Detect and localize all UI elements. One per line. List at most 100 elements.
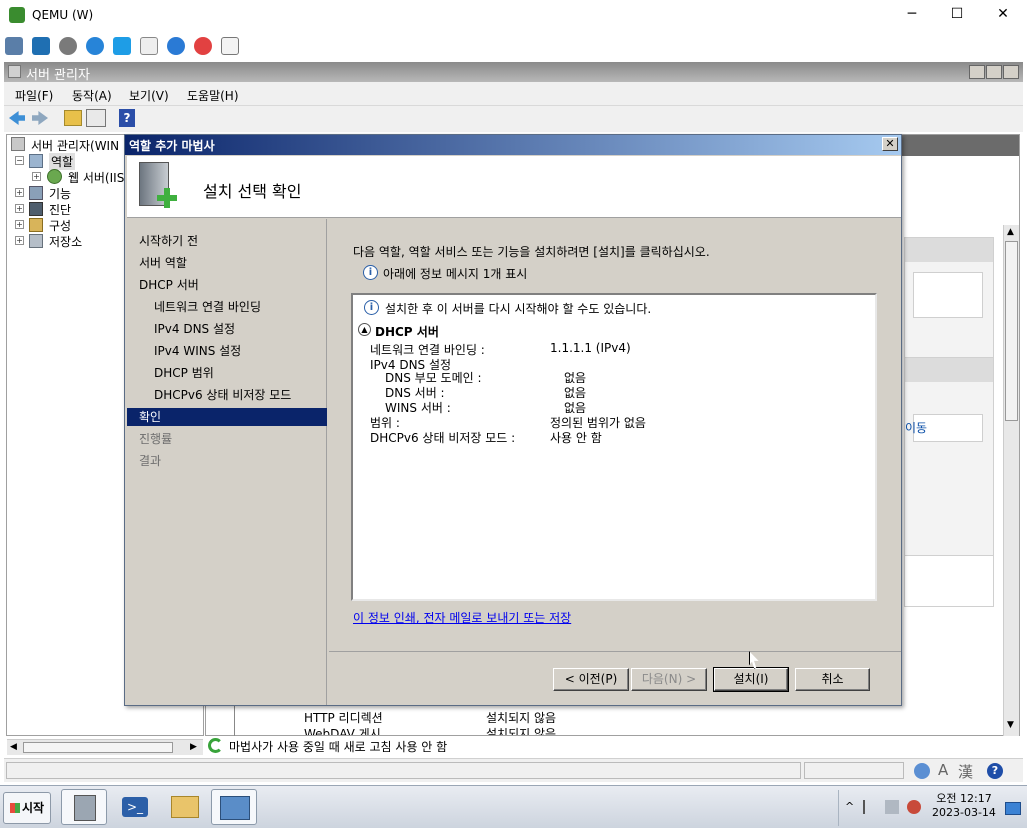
nav-step-server-roles[interactable]: 서버 역할 xyxy=(139,254,187,271)
collapse-icon[interactable]: − xyxy=(15,156,24,165)
status-panel-secondary xyxy=(804,762,904,779)
nav-step-dhcpv6-mode[interactable]: DHCPv6 상태 비저장 모드 xyxy=(154,386,291,403)
tree-scroll-thumb[interactable] xyxy=(23,742,173,753)
refresh-disabled-icon xyxy=(208,738,223,753)
info-icon: i xyxy=(364,300,379,315)
taskbar-server-manager[interactable] xyxy=(61,789,107,825)
menu-action[interactable]: 동작(A) xyxy=(72,87,112,104)
action-center-flag-icon[interactable] xyxy=(863,800,877,814)
side-panel-2 xyxy=(904,357,994,557)
wizard-footer: < 이전(P) 다음(N) > 설치(I) 취소 xyxy=(329,651,901,705)
show-desktop-icon[interactable] xyxy=(1005,802,1021,815)
wizard-close-button[interactable]: ✕ xyxy=(882,137,898,151)
tree-item-roles[interactable]: 역할 xyxy=(49,153,76,170)
taskbar-explorer[interactable] xyxy=(162,789,208,825)
expand-icon[interactable]: + xyxy=(15,236,24,245)
scroll-down-icon[interactable]: ▼ xyxy=(1007,720,1014,730)
collapse-section-icon[interactable]: ▲ xyxy=(358,323,371,336)
windows-logo-icon[interactable] xyxy=(113,37,131,55)
settings-gear-icon[interactable] xyxy=(59,37,77,55)
sm-minimize-button[interactable] xyxy=(969,65,985,79)
content-vertical-scrollbar[interactable]: ▲ ▼ xyxy=(1003,225,1019,737)
nav-step-dhcp-server[interactable]: DHCP 서버 xyxy=(139,276,199,293)
server-manager-title: 서버 관리자 xyxy=(26,68,90,83)
side-link[interactable]: 이동 xyxy=(905,419,927,436)
scroll-left-icon[interactable]: ◀ xyxy=(10,742,17,752)
tree-item-configuration[interactable]: 구성 xyxy=(49,217,71,234)
menu-view[interactable]: 보기(V) xyxy=(129,87,169,104)
expand-icon[interactable]: + xyxy=(15,220,24,229)
server-manager-titlebar: 서버 관리자 xyxy=(4,62,1023,83)
taskbar-clock[interactable]: 오전 12:17 2023-03-14 xyxy=(932,792,996,820)
tree-item-web-server[interactable]: 웹 서버(IIS xyxy=(68,169,124,186)
status-panel-main xyxy=(6,762,801,779)
features-icon xyxy=(29,186,43,200)
section-heading-dhcp: DHCP 서버 xyxy=(375,325,439,339)
up-folder-icon[interactable] xyxy=(64,110,82,126)
scroll-right-icon[interactable]: ▶ xyxy=(190,742,197,752)
menu-help[interactable]: 도움말(H) xyxy=(187,87,239,104)
install-button[interactable]: 설치(I) xyxy=(713,667,789,692)
ime-mode-icon[interactable]: A xyxy=(938,761,948,779)
hanja-icon[interactable]: 漢 xyxy=(958,761,973,782)
scroll-up-icon[interactable]: ▲ xyxy=(1007,227,1014,237)
help-icon[interactable]: ? xyxy=(119,109,135,127)
download-icon[interactable] xyxy=(221,37,239,55)
show-hidden-icons[interactable]: ^ xyxy=(845,800,854,813)
taskbar: 시작 >_ ^ 오전 12:17 2023-03-14 xyxy=(0,785,1027,828)
close-button[interactable]: ✕ xyxy=(988,6,1018,22)
menu-file[interactable]: 파일(F) xyxy=(15,87,53,104)
expand-icon[interactable]: + xyxy=(32,172,41,181)
start-button[interactable]: 시작 xyxy=(3,792,51,824)
document-icon[interactable] xyxy=(140,37,158,55)
print-email-save-link[interactable]: 이 정보 인쇄, 전자 메일로 보내기 또는 저장 xyxy=(353,609,571,626)
nav-step-before-you-begin[interactable]: 시작하기 전 xyxy=(139,232,198,249)
nav-step-ipv4-wins[interactable]: IPv4 WINS 설정 xyxy=(154,342,241,359)
nav-step-confirmation[interactable]: 확인 xyxy=(139,408,161,425)
nav-step-network-binding[interactable]: 네트워크 연결 바인딩 xyxy=(154,298,261,315)
network-tray-icon[interactable] xyxy=(885,800,899,814)
start-label: 시작 xyxy=(21,801,45,815)
tree-item-storage[interactable]: 저장소 xyxy=(49,233,82,250)
content-scroll-thumb[interactable] xyxy=(1005,241,1018,421)
qemu-window-title: QEMU (W) xyxy=(32,8,94,22)
refresh-icon[interactable] xyxy=(86,37,104,55)
info-icon[interactable] xyxy=(167,37,185,55)
volume-muted-icon[interactable] xyxy=(907,800,921,814)
tree-horizontal-scrollbar[interactable]: ◀ ▶ xyxy=(7,739,203,755)
minimize-button[interactable]: ─ xyxy=(897,6,927,22)
wizard-step-nav: 시작하기 전 서버 역할 DHCP 서버 네트워크 연결 바인딩 IPv4 DN… xyxy=(127,219,327,705)
taskbar-wizard[interactable] xyxy=(211,789,257,825)
taskbar-powershell[interactable]: >_ xyxy=(112,789,158,825)
clock-date: 2023-03-14 xyxy=(932,806,996,819)
detail-value: 사용 안 함 xyxy=(550,431,602,445)
tree-item-features[interactable]: 기능 xyxy=(49,185,71,202)
detail-value: 1.1.1.1 (IPv4) xyxy=(550,341,631,355)
sm-restore-button[interactable] xyxy=(986,65,1002,79)
nav-step-dhcp-scope[interactable]: DHCP 범위 xyxy=(154,364,214,381)
forward-arrow-icon[interactable] xyxy=(32,111,48,125)
confirmation-detail-box: i 설치한 후 이 서버를 다시 시작해야 할 수도 있습니다. ▲ DHCP … xyxy=(351,293,877,601)
stop-icon[interactable] xyxy=(194,37,212,55)
input-language-icon[interactable] xyxy=(914,763,930,779)
sm-close-button[interactable] xyxy=(1003,65,1019,79)
tree-item-diagnostics[interactable]: 진단 xyxy=(49,201,71,218)
show-hide-tree-icon[interactable] xyxy=(86,109,106,127)
back-arrow-icon[interactable] xyxy=(9,111,25,125)
nav-step-progress: 진행률 xyxy=(139,432,173,446)
ime-help-icon[interactable]: ? xyxy=(987,763,1003,779)
nav-step-ipv4-dns[interactable]: IPv4 DNS 설정 xyxy=(154,320,235,337)
restart-notice: 설치한 후 이 서버를 다시 시작해야 할 수도 있습니다. xyxy=(385,302,652,316)
role-service-name: HTTP 리디렉션 xyxy=(304,711,383,725)
clock-time: 오전 12:17 xyxy=(936,792,992,805)
info-message-summary: 아래에 정보 메시지 1개 표시 xyxy=(383,267,528,281)
expand-icon[interactable]: + xyxy=(15,188,24,197)
cancel-button[interactable]: 취소 xyxy=(795,668,870,691)
tree-root[interactable]: 서버 관리자(WIN xyxy=(31,137,119,154)
detail-label: DHCPv6 상태 비저장 모드 : xyxy=(370,431,516,445)
network-icon[interactable] xyxy=(5,37,23,55)
maximize-button[interactable]: ☐ xyxy=(942,6,972,22)
fullscreen-icon[interactable] xyxy=(32,37,50,55)
previous-button[interactable]: < 이전(P) xyxy=(553,668,629,691)
expand-icon[interactable]: + xyxy=(15,204,24,213)
